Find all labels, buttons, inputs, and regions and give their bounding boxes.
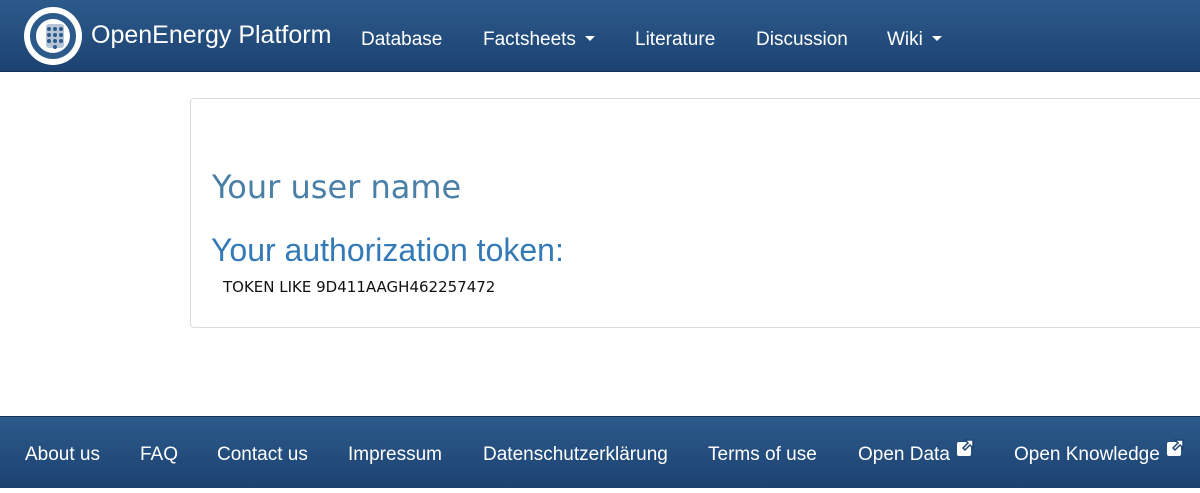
caret-down-icon xyxy=(931,35,942,41)
external-link-icon xyxy=(956,414,974,490)
footer-link-label: Datenschutzerklärung xyxy=(483,444,668,465)
footer-link-label: Contact us xyxy=(217,444,308,465)
token-heading: Your authorization token: xyxy=(211,232,564,268)
nav-literature[interactable]: Literature xyxy=(635,0,715,72)
nav-database-label: Database xyxy=(361,29,443,50)
token-value: TOKEN LIKE 9D411AAGH462257472 xyxy=(223,278,496,296)
footer-link-open-knowledge[interactable]: Open Knowledge xyxy=(1014,417,1184,489)
footer-link-label: FAQ xyxy=(140,444,179,465)
nav-database[interactable]: Database xyxy=(361,0,442,72)
caret-down-icon xyxy=(584,35,595,41)
nav-literature-label: Literature xyxy=(635,29,716,50)
footer-link-label: Open Knowledge xyxy=(1014,444,1160,465)
nav-factsheets-dropdown[interactable]: Factsheets xyxy=(483,0,595,72)
footer-bar: About us FAQ Contact us Impressum Datens… xyxy=(0,416,1200,488)
user-name-heading: Your user name xyxy=(212,168,462,206)
footer-link-open-data[interactable]: Open Data xyxy=(858,417,974,489)
footer-link-impressum[interactable]: Impressum xyxy=(348,417,442,489)
brand-link[interactable]: OpenEnergy Platform xyxy=(24,7,332,65)
brand-name: OpenEnergy Platform xyxy=(91,21,332,49)
footer-link-datenschutz[interactable]: Datenschutzerklärung xyxy=(483,417,668,489)
nav-discussion-label: Discussion xyxy=(756,29,848,50)
nav-wiki-label: Wiki xyxy=(887,29,923,50)
external-link-icon xyxy=(1166,414,1184,490)
footer-link-label: Impressum xyxy=(348,444,442,465)
footer-link-faq[interactable]: FAQ xyxy=(140,417,178,489)
top-navbar: OpenEnergy Platform Database Factsheets … xyxy=(0,0,1200,72)
footer-link-label: Terms of use xyxy=(708,444,817,465)
nav-discussion[interactable]: Discussion xyxy=(756,0,848,72)
footer-link-label: Open Data xyxy=(858,444,950,465)
footer-link-terms-of-use[interactable]: Terms of use xyxy=(708,417,817,489)
nav-wiki-dropdown[interactable]: Wiki xyxy=(887,0,942,72)
footer-link-contact-us[interactable]: Contact us xyxy=(217,417,308,489)
footer-link-label: About us xyxy=(25,444,100,465)
footer-link-about-us[interactable]: About us xyxy=(25,417,100,489)
nav-factsheets-label: Factsheets xyxy=(483,29,576,50)
openenergy-logo-icon xyxy=(24,7,82,65)
